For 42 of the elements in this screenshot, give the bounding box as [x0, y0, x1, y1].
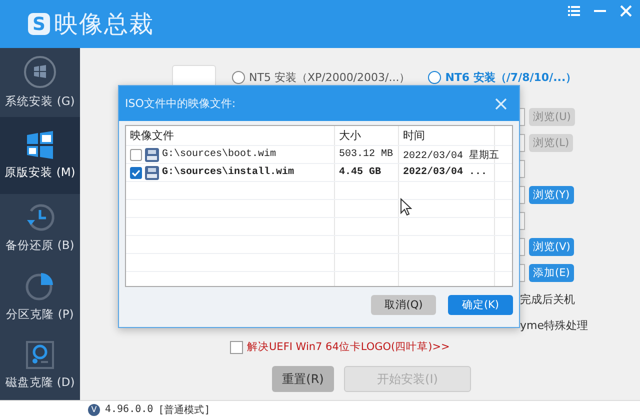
dialog-title: ISO文件中的映像文件:	[125, 96, 236, 111]
sidebar-item[interactable]: 备份还原 (B)	[0, 194, 80, 262]
app-title: 映像总裁	[54, 9, 154, 40]
disk-image-icon	[145, 148, 159, 162]
sidebar-item[interactable]: 磁盘克隆 (D)	[0, 331, 80, 400]
uefi-fix-link[interactable]: 解决UEFI Win7 64位卡LOGO(四叶草)>>	[247, 340, 450, 354]
table-cell: 503.12 MB	[335, 146, 399, 163]
windows-icon	[26, 130, 54, 159]
file-path: G:\sources\install.wim	[162, 167, 294, 178]
pie-chart-icon	[25, 271, 55, 302]
option-label: yme特殊处理	[520, 318, 588, 332]
sidebar-item[interactable]: 分区克隆 (P)	[0, 262, 80, 332]
browse-button[interactable]: 添加(E)	[529, 264, 574, 282]
browse-button[interactable]: 浏览(Y)	[529, 186, 574, 204]
option-label: 完成后关机	[520, 292, 575, 306]
checkbox[interactable]	[230, 340, 243, 354]
logo-mark: S	[28, 13, 50, 35]
reset-button[interactable]: 重置(R)	[272, 366, 334, 392]
sidebar-item[interactable]: 原版安装 (M)	[0, 116, 80, 194]
radio-option[interactable]: NT6 安装（/7/8/10/...）	[428, 70, 577, 84]
clock-icon	[25, 202, 55, 232]
sidebar-item[interactable]: 系统安装 (G)	[0, 48, 80, 117]
disk-image-icon	[145, 166, 159, 180]
checkbox[interactable]	[130, 166, 142, 178]
version-text: 4.96.0.0	[105, 404, 154, 415]
confirm-button[interactable]: 确定(K)	[448, 295, 513, 315]
cursor-icon	[400, 198, 412, 216]
menu-icon[interactable]	[568, 6, 580, 16]
file-path: G:\sources\boot.wim	[162, 149, 276, 160]
column-header[interactable]: 大小	[335, 126, 399, 145]
close-icon[interactable]	[495, 98, 507, 110]
column-header[interactable]: 映像文件	[126, 126, 335, 145]
browse-button[interactable]: 浏览(V)	[529, 238, 574, 256]
table-cell: 2022/03/04 ...	[399, 164, 495, 181]
checkbox[interactable]	[130, 148, 142, 160]
version-badge: V	[88, 404, 100, 416]
radio-option[interactable]: NT5 安装（XP/2000/2003/...）	[232, 70, 410, 84]
cancel-button[interactable]: 取消(Q)	[371, 295, 436, 315]
table-cell: 4.45 GB	[335, 164, 399, 181]
windows-icon	[24, 56, 56, 88]
mode-text: [普通模式]	[158, 404, 210, 416]
column-header[interactable]: 时间	[399, 126, 495, 145]
